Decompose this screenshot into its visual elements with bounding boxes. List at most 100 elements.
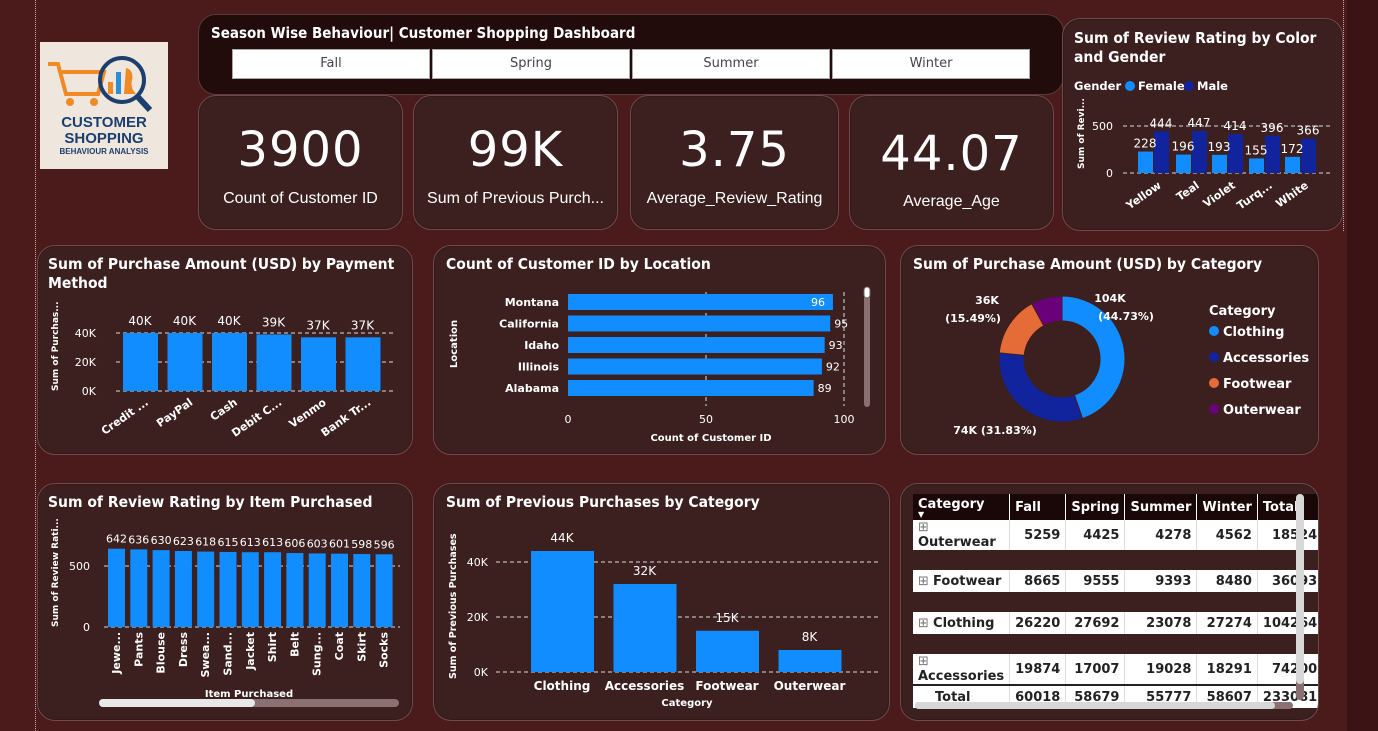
bar[interactable]: [167, 333, 203, 391]
shopping-cart-logo-icon: [48, 56, 153, 113]
data-label: 396: [1261, 121, 1284, 135]
vertical-scrollbar[interactable]: [1296, 494, 1304, 700]
bar[interactable]: [264, 552, 282, 627]
kpi-card-average-age[interactable]: 44.07 Average_Age: [849, 95, 1054, 230]
kpi-card-count[interactable]: 3900 Count of Customer ID: [198, 95, 403, 230]
column-header[interactable]: Spring: [1065, 494, 1126, 520]
expand-icon[interactable]: ⊞: [918, 616, 933, 631]
scrollbar-thumb[interactable]: [1296, 494, 1304, 684]
x-tick: White: [1273, 179, 1310, 211]
bar[interactable]: [301, 337, 336, 391]
column-header[interactable]: Fall: [1009, 494, 1067, 520]
bar-female[interactable]: [1212, 154, 1227, 173]
bar[interactable]: [241, 552, 259, 627]
bar[interactable]: [696, 630, 759, 672]
bar[interactable]: [331, 553, 348, 627]
x-tick: Shirt: [266, 632, 279, 662]
y-axis-label: Sum of Previous Purchases: [448, 533, 459, 679]
bar[interactable]: [108, 548, 125, 627]
slicer-winter[interactable]: Winter: [832, 49, 1030, 79]
sort-arrow-icon[interactable]: ▼: [918, 510, 1004, 518]
y-tick: 0: [83, 621, 90, 634]
x-axis-label: Count of Customer ID: [650, 433, 771, 444]
bar[interactable]: [568, 380, 814, 396]
data-label: 444: [1150, 116, 1173, 130]
x-tick: Blouse: [155, 632, 168, 674]
donut-slice-accessories[interactable]: [998, 352, 1084, 423]
table-cell: 4425: [1065, 520, 1126, 550]
bar[interactable]: [375, 554, 393, 627]
legend-marker: [1209, 378, 1219, 388]
column-header[interactable]: Winter: [1196, 494, 1258, 520]
table-cell: 26220: [1009, 612, 1067, 634]
bar[interactable]: [256, 334, 292, 391]
bar[interactable]: [778, 650, 842, 672]
bar[interactable]: [568, 358, 822, 375]
scrollbar-thumb[interactable]: [863, 286, 871, 299]
bar[interactable]: [152, 550, 170, 627]
scrollbar-thumb[interactable]: [99, 699, 255, 707]
kpi-card-previous-purchases[interactable]: 99K Sum of Previous Purch...: [413, 95, 618, 230]
slicer-summer[interactable]: Summer: [632, 49, 830, 79]
expand-icon[interactable]: ⊞: [918, 520, 929, 535]
column-header[interactable]: Category ▼: [913, 494, 1011, 520]
expand-icon[interactable]: ⊞: [918, 574, 933, 589]
bar-female[interactable]: [1176, 154, 1191, 173]
category-label: Montana: [505, 296, 559, 309]
row-label: Accessories: [918, 669, 1005, 684]
table-row[interactable]: ⊞ Outerwear 5259 4425 4278 4562 18524: [913, 520, 1318, 550]
bar[interactable]: [174, 550, 192, 627]
bar[interactable]: [212, 333, 247, 391]
data-label: 37K: [351, 318, 375, 332]
data-label: 93: [829, 339, 843, 352]
bar[interactable]: [353, 554, 371, 627]
expand-icon[interactable]: ⊞: [918, 654, 929, 669]
legend-female[interactable]: Female: [1138, 79, 1185, 93]
bar[interactable]: [568, 315, 831, 332]
bar[interactable]: [130, 549, 148, 627]
chart-card-category-donut[interactable]: Sum of Purchase Amount (USD) by Category…: [900, 245, 1319, 455]
kpi-card-review-rating[interactable]: 3.75 Average_Review_Rating: [630, 95, 839, 230]
data-label: 630: [151, 534, 172, 547]
chart-card-payment-method[interactable]: Sum of Purchase Amount (USD) by Payment …: [37, 245, 413, 455]
table-row[interactable]: ⊞ Clothing 26220 27692 23078 27274 104264: [913, 612, 1318, 634]
x-tick: Cash: [208, 396, 240, 424]
bar[interactable]: [123, 333, 158, 391]
bar[interactable]: [308, 553, 326, 627]
table-row[interactable]: ⊞ Accessories 19874 17007 19028 18291 74200: [913, 654, 1318, 685]
y-axis-label: Sum of Purchas...: [51, 301, 61, 391]
bar[interactable]: [531, 551, 594, 672]
bar[interactable]: [613, 584, 677, 672]
bar[interactable]: [568, 294, 833, 310]
column-header[interactable]: Total: [1257, 494, 1318, 520]
bar-female[interactable]: [1138, 151, 1153, 173]
spacer-cell: [913, 550, 1318, 570]
horizontal-scrollbar[interactable]: [915, 702, 1293, 709]
bar-female[interactable]: [1285, 156, 1300, 173]
table-row[interactable]: ⊞ Footwear 8665 9555 9393 8480 36093: [913, 570, 1318, 592]
chart-card-color-gender[interactable]: Sum of Review Rating by Color and Gender…: [1062, 18, 1343, 231]
slicer-fall[interactable]: Fall: [232, 49, 430, 79]
data-label: 40K: [128, 314, 152, 328]
chart-card-previous-purchases[interactable]: Sum of Previous Purchases by Category Su…: [433, 483, 890, 721]
chart-card-location[interactable]: Count of Customer ID by Location Locatio…: [433, 245, 886, 455]
data-label: 623: [173, 535, 194, 548]
scrollbar-thumb[interactable]: [915, 702, 1275, 709]
table-cell: 18291: [1196, 654, 1258, 685]
data-label: 104K: [1094, 292, 1126, 305]
matrix-card[interactable]: Category ▼ Fall Spring Summer Winter Tota…: [900, 483, 1319, 721]
scrollbar[interactable]: [864, 287, 870, 407]
bar[interactable]: [345, 337, 381, 391]
bar[interactable]: [568, 337, 825, 353]
column-header[interactable]: Summer: [1124, 494, 1198, 520]
chart-card-item-purchased[interactable]: Sum of Review Rating by Item Purchased S…: [37, 483, 413, 721]
data-label: 36K: [975, 294, 999, 307]
slicer-spring[interactable]: Spring: [432, 49, 630, 79]
bar[interactable]: [219, 551, 237, 627]
bar[interactable]: [286, 553, 304, 627]
x-tick: Turq...: [1235, 179, 1275, 213]
legend-male[interactable]: Male: [1197, 79, 1228, 93]
bar-female[interactable]: [1249, 158, 1264, 173]
bar[interactable]: [197, 551, 215, 627]
table-cell: 8480: [1196, 570, 1258, 592]
